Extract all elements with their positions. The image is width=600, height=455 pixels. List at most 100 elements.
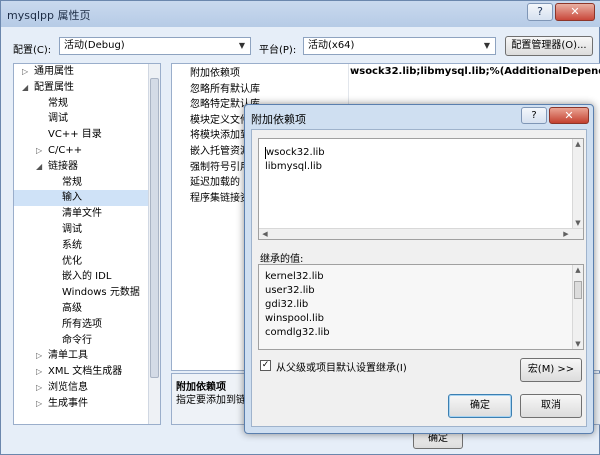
tree-item[interactable]: ▷ 清单工具 — [14, 348, 160, 364]
inherited-vertical-scrollbar[interactable]: ▲ ▼ — [572, 265, 583, 349]
scroll-up-icon[interactable]: ▲ — [573, 266, 583, 274]
tree-item[interactable]: 优化 — [14, 254, 160, 270]
tree-item[interactable]: 嵌入的 IDL — [14, 269, 160, 285]
tree-item-label: 清单工具 — [48, 350, 88, 362]
dialog-title: 附加依赖项 — [251, 113, 306, 126]
tree-item-label: 调试 — [62, 223, 82, 235]
tree-item[interactable]: ◢ 配置属性 — [14, 80, 160, 96]
inherited-values-list: kernel32.lib user32.lib gdi32.lib winspo… — [258, 264, 584, 350]
tree-item-label: 调试 — [48, 113, 68, 125]
expanded-arrow-icon[interactable]: ◢ — [22, 80, 30, 96]
edit-line: wsock32.lib — [266, 147, 325, 158]
additional-dependencies-value[interactable]: wsock32.lib;libmysql.lib;%(AdditionalDep… — [350, 66, 600, 77]
dialog-help-button[interactable]: ? — [521, 107, 547, 124]
scroll-left-icon[interactable]: ◀ — [260, 230, 270, 238]
tree-item-label: 浏览信息 — [48, 381, 88, 393]
tree-item[interactable]: 输入 — [14, 190, 160, 207]
tree-item[interactable]: 命令行 — [14, 333, 160, 349]
tree-item[interactable]: ▷ XML 文档生成器 — [14, 364, 160, 380]
tree-item-label: Windows 元数据 — [62, 287, 140, 299]
tree-item-label: 链接器 — [48, 160, 78, 172]
scroll-down-icon[interactable]: ▼ — [573, 340, 583, 348]
tree-item-label: 常规 — [62, 176, 82, 188]
tree-item-label: 输入 — [62, 192, 82, 204]
chevron-down-icon: ▼ — [238, 41, 246, 50]
inherited-values-label: 继承的值: — [260, 254, 304, 265]
collapsed-arrow-icon[interactable]: ▷ — [36, 143, 44, 159]
tree-item-label: 优化 — [62, 255, 82, 267]
help-button[interactable]: ? — [527, 3, 553, 21]
collapsed-arrow-icon[interactable]: ▷ — [36, 396, 44, 412]
tree-item[interactable]: ▷ 通用属性 — [14, 64, 160, 80]
cancel-button[interactable]: 取消 — [520, 394, 582, 418]
edit-line: libmysql.lib — [265, 161, 322, 172]
property-name[interactable]: 忽略所有默认库 — [190, 82, 348, 98]
tree-item-label: 命令行 — [62, 334, 92, 346]
tree-item[interactable]: 常规 — [14, 96, 160, 112]
tree-item[interactable]: ▷ 浏览信息 — [14, 380, 160, 396]
inherited-item: kernel32.lib — [265, 271, 324, 282]
dialog-close-button[interactable]: ✕ — [549, 107, 589, 124]
tree-item-label: 系统 — [62, 239, 82, 251]
tree-item[interactable]: ▷ 生成事件 — [14, 396, 160, 412]
ok-button[interactable]: 确定 — [448, 394, 512, 418]
tree-item-label: XML 文档生成器 — [48, 366, 123, 378]
tree-item-label: 高级 — [62, 302, 82, 314]
chevron-down-icon: ▼ — [483, 41, 491, 50]
edit-horizontal-scrollbar[interactable]: ◀ ▶ — [259, 228, 583, 239]
tree-item-label: 所有选项 — [62, 318, 102, 330]
tree-item-label: 常规 — [48, 97, 68, 109]
inherited-item: gdi32.lib — [265, 299, 309, 310]
scroll-up-icon[interactable]: ▲ — [573, 140, 583, 148]
tree-item[interactable]: 所有选项 — [14, 317, 160, 333]
tree-item[interactable]: 高级 — [14, 301, 160, 317]
inherited-item: user32.lib — [265, 285, 315, 296]
dependencies-edit-box[interactable]: wsock32.lib libmysql.lib ▲ ▼ ◀ ▶ — [258, 138, 584, 240]
tree-item[interactable]: 常规 — [14, 175, 160, 191]
scroll-right-icon[interactable]: ▶ — [561, 230, 571, 238]
platform-dropdown[interactable]: 活动(x64) ▼ — [303, 37, 496, 55]
scroll-thumb[interactable] — [574, 281, 582, 299]
configuration-manager-button[interactable]: 配置管理器(O)... — [505, 36, 593, 56]
scroll-down-icon[interactable]: ▼ — [573, 219, 583, 227]
collapsed-arrow-icon[interactable]: ▷ — [22, 64, 30, 80]
configuration-bar: 配置(C): 活动(Debug) ▼ 平台(P): 活动(x64) ▼ 配置管理… — [1, 33, 600, 59]
property-name[interactable]: 附加依赖项 — [190, 66, 348, 82]
edit-vertical-scrollbar[interactable]: ▲ ▼ — [572, 139, 583, 239]
inherited-item: winspool.lib — [265, 313, 324, 324]
tree-item-label: VC++ 目录 — [48, 129, 102, 141]
tree-item[interactable]: ◢ 链接器 — [14, 159, 160, 175]
inherit-checkbox[interactable]: ✓ — [260, 360, 271, 371]
dialog-body: wsock32.lib libmysql.lib ▲ ▼ ◀ ▶ 继承的值: k… — [251, 129, 587, 427]
scroll-thumb[interactable] — [150, 78, 159, 378]
tree-item[interactable]: VC++ 目录 — [14, 127, 160, 143]
additional-dependencies-dialog: 附加依赖项 ? ✕ wsock32.lib libmysql.lib ▲ ▼ ◀… — [244, 104, 594, 434]
tree-item-label: 生成事件 — [48, 397, 88, 409]
window-title-bar: mysqlpp 属性页 ? ✕ — [1, 1, 600, 27]
config-label: 配置(C): — [13, 45, 52, 56]
tree-item[interactable]: 系统 — [14, 238, 160, 254]
collapsed-arrow-icon[interactable]: ▷ — [36, 348, 44, 364]
close-button[interactable]: ✕ — [555, 3, 595, 21]
collapsed-arrow-icon[interactable]: ▷ — [36, 364, 44, 380]
inherit-checkbox-label: 从父级或项目默认设置继承(I) — [276, 363, 407, 374]
property-tree: ▷ 通用属性 ◢ 配置属性 常规 调试 VC++ 目录 ▷ C/C++ ◢ 链接器 常规 输入 清单文件调… — [13, 63, 161, 425]
tree-item[interactable]: 调试 — [14, 111, 160, 127]
tree-scrollbar[interactable] — [148, 64, 160, 424]
tree-item-label: 配置属性 — [34, 81, 74, 93]
tree-item[interactable]: Windows 元数据 — [14, 285, 160, 301]
tree-item[interactable]: ▷ C/C++ — [14, 143, 160, 159]
tree-item-label: 嵌入的 IDL — [62, 271, 112, 283]
tree-item[interactable]: 调试 — [14, 222, 160, 238]
collapsed-arrow-icon[interactable]: ▷ — [36, 380, 44, 396]
tree-item-label: C/C++ — [48, 144, 83, 156]
macro-button[interactable]: 宏(M) >> — [520, 358, 582, 382]
tree-item[interactable]: 清单文件 — [14, 206, 160, 222]
config-dropdown[interactable]: 活动(Debug) ▼ — [59, 37, 251, 55]
tree-item-label: 通用属性 — [34, 66, 74, 77]
inherited-item: comdlg32.lib — [265, 327, 330, 338]
platform-label: 平台(P): — [259, 45, 297, 56]
platform-value: 活动(x64) — [308, 40, 355, 51]
expanded-arrow-icon[interactable]: ◢ — [36, 159, 44, 175]
config-value: 活动(Debug) — [64, 40, 125, 51]
